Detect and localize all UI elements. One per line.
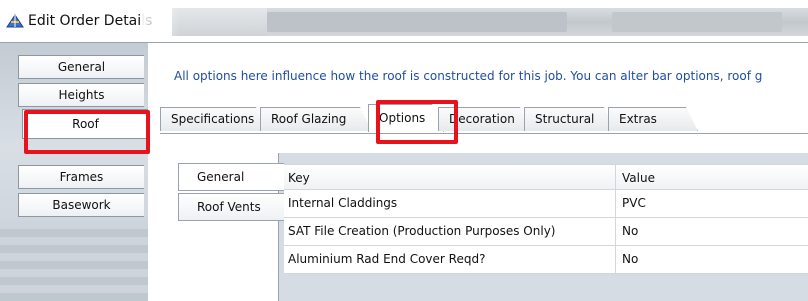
table-row[interactable]: SAT File Creation (Production Purposes O… xyxy=(284,218,808,246)
subtab-panel: General Roof Vents Key Value Internal Cl… xyxy=(172,153,808,301)
sidebar-item-roof[interactable]: Roof xyxy=(22,109,148,139)
grid-header-row: Key Value xyxy=(284,164,808,190)
column-header-value[interactable]: Value xyxy=(616,165,808,189)
row-value[interactable]: PVC xyxy=(616,190,808,217)
app-icon xyxy=(6,14,24,28)
tab-options[interactable]: Options xyxy=(368,104,444,132)
title-bar: Edit Order Details xyxy=(0,0,808,42)
row-key: Internal Claddings xyxy=(284,190,616,217)
subtab-general[interactable]: General xyxy=(178,163,284,191)
row-value[interactable]: No xyxy=(616,246,808,273)
column-header-key[interactable]: Key xyxy=(284,165,616,189)
tab-specifications[interactable]: Specifications xyxy=(160,107,268,131)
sidebar-item-frames[interactable]: Frames xyxy=(18,165,144,189)
info-text: All options here influence how the roof … xyxy=(174,69,763,83)
blurred-toolbar xyxy=(172,8,808,36)
sidebar-item-general[interactable]: General xyxy=(18,55,144,79)
subtab-roof-vents[interactable]: Roof Vents xyxy=(178,193,284,221)
sidebar-item-basework[interactable]: Basework xyxy=(18,193,144,217)
sidebar-nav: General Heights Roof Frames Basework xyxy=(0,42,148,301)
sidebar-background xyxy=(0,221,148,301)
tab-separator xyxy=(160,133,808,134)
row-key: Aluminium Rad End Cover Reqd? xyxy=(284,246,616,273)
tab-roof-glazing[interactable]: Roof Glazing xyxy=(260,107,372,131)
table-row[interactable]: Internal Claddings PVC xyxy=(284,190,808,218)
window-title: Edit Order Details xyxy=(28,13,153,29)
options-grid: Key Value Internal Claddings PVC SAT Fil… xyxy=(284,164,808,274)
tab-structural[interactable]: Structural xyxy=(524,107,616,131)
tab-extras[interactable]: Extras xyxy=(608,107,698,131)
row-value[interactable]: No xyxy=(616,218,808,245)
main-panel: All options here influence how the roof … xyxy=(148,42,808,301)
sidebar-item-heights[interactable]: Heights xyxy=(18,83,144,107)
row-key: SAT File Creation (Production Purposes O… xyxy=(284,218,616,245)
options-tabstrip: Specifications Roof Glazing Options Deco… xyxy=(160,101,808,133)
table-row[interactable]: Aluminium Rad End Cover Reqd? No xyxy=(284,246,808,274)
tab-decoration[interactable]: Decoration xyxy=(438,107,532,131)
